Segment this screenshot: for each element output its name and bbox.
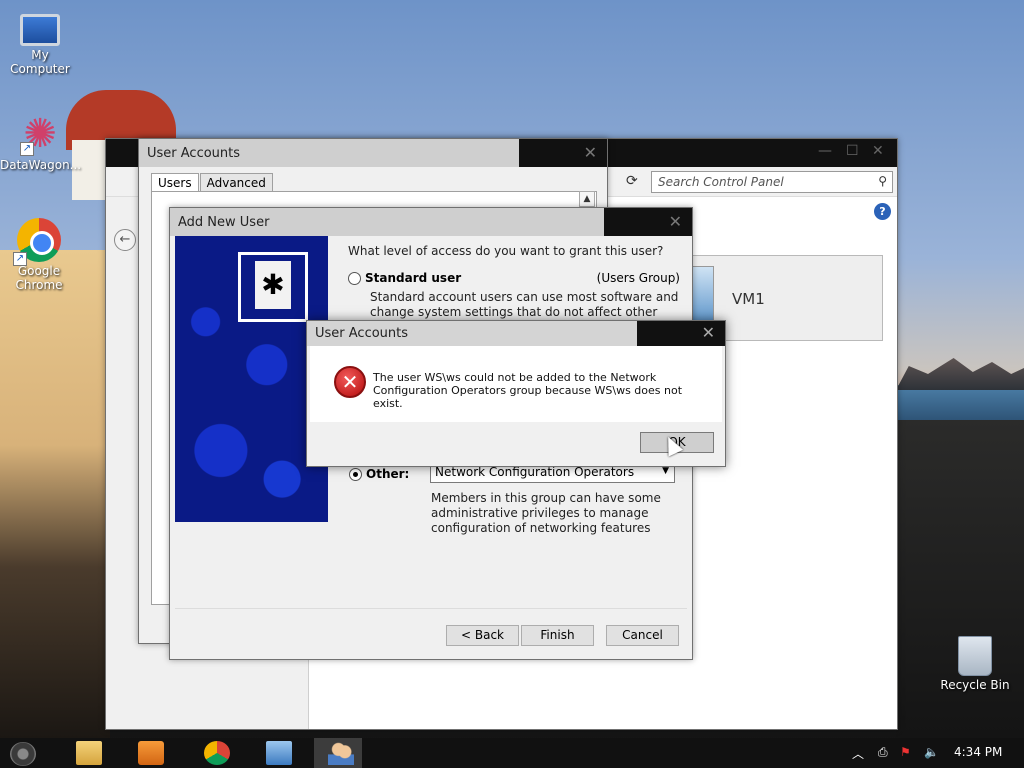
add-new-user-titlebar: Add New User ✕ [170,208,692,236]
radio-standard-user[interactable] [348,272,361,285]
close-icon[interactable]: ✕ [872,143,884,159]
taskbar-control-panel[interactable] [252,738,300,768]
window-title: User Accounts [147,145,241,161]
wallpaper-sea [896,385,1024,425]
users-icon [328,741,354,765]
clock[interactable]: 4:34 PM [954,745,1002,759]
desktop-icon-label: Google Chrome [15,264,63,292]
error-icon: ✕ [334,366,366,398]
taskbar-media-player[interactable] [124,738,172,768]
standard-user-label: Standard user [365,271,462,285]
finish-button[interactable]: Finish [521,625,594,646]
titlebar-controls: ✕ [637,321,725,346]
wallpaper-islands [896,358,1024,390]
wallpaper-cliff [0,250,110,738]
access-question: What level of access do you want to gran… [348,244,664,258]
standard-user-option[interactable]: Standard user (Users Group) [348,270,680,290]
media-player-icon [138,741,164,765]
desktop-icon-google-chrome[interactable]: ↗ Google Chrome [0,218,78,292]
desktop-icon-recycle-bin[interactable]: Recycle Bin [935,636,1015,692]
chevron-down-icon: ▼ [662,466,669,476]
close-icon[interactable]: ✕ [702,323,715,342]
minimize-icon[interactable]: — [818,143,832,159]
file-explorer-icon [76,741,102,765]
dialog-title: User Accounts [315,326,409,341]
standard-user-group: (Users Group) [596,271,680,285]
desktop-icon-my-computer[interactable]: My Computer [0,8,80,76]
back-arrow-icon[interactable]: ← [114,229,136,251]
error-body: ✕ The user WS\ws could not be added to t… [310,346,722,422]
titlebar-controls: ✕ [519,139,607,167]
tab-strip: Users Advanced [151,173,274,192]
start-button-icon[interactable] [10,742,36,766]
user-avatar-icon [692,266,714,326]
shortcut-arrow-icon: ↗ [13,252,27,266]
window-title: Add New User [178,214,270,230]
tab-users[interactable]: Users [151,173,199,192]
chrome-icon [204,741,230,765]
search-icon[interactable]: ⚲ [878,174,887,188]
maximize-icon[interactable]: ☐ [846,143,859,159]
system-tray: ︿ ⎙ ⚑ 🔈 4:34 PM [844,738,1024,768]
recycle-bin-icon [958,636,992,676]
chrome-icon: ↗ [13,218,61,266]
other-option[interactable]: Other: Network Configuration Operators ▼ [349,462,679,486]
taskbar: ︿ ⎙ ⚑ 🔈 4:34 PM [0,738,1024,768]
taskbar-user-accounts[interactable] [314,738,362,768]
tray-chevron-up-icon[interactable]: ︿ [852,745,864,762]
wizard-footer: < Back Finish Cancel [175,608,687,656]
user-accounts-titlebar: User Accounts ✕ [139,139,607,167]
group-select-value: Network Configuration Operators [435,465,635,479]
computer-icon [20,14,60,46]
other-description: Members in this group can have some admi… [431,491,661,535]
action-center-flag-icon[interactable]: ⚑ [900,745,911,759]
desktop-icon-label: DataWagon... [0,158,82,172]
radio-other[interactable] [349,468,362,481]
taskbar-chrome[interactable] [190,738,238,768]
search-placeholder: Search Control Panel [658,175,784,189]
shortcut-arrow-icon: ↗ [20,142,34,156]
search-input[interactable]: Search Control Panel ⚲ [651,171,893,193]
control-panel-icon [266,741,292,765]
tab-advanced[interactable]: Advanced [199,173,273,192]
volume-icon[interactable]: 🔈 [924,745,939,759]
desktop-icon-label: Recycle Bin [940,678,1010,692]
cancel-button[interactable]: Cancel [606,625,679,646]
key-icon [238,252,308,322]
scroll-up-icon[interactable]: ▲ [579,191,595,207]
close-icon[interactable]: ✕ [584,143,597,162]
titlebar-controls: ✕ [604,208,692,236]
error-dialog-titlebar: User Accounts ✕ [307,321,725,346]
desktop-icon-label: My Computer [10,48,70,76]
refresh-icon[interactable]: ⟳ [626,173,646,191]
help-icon[interactable]: ? [874,203,891,220]
datawagon-icon: ✺ ↗ [18,112,62,156]
other-label: Other: [366,467,410,481]
error-message: The user WS\ws could not be added to the… [373,371,683,410]
back-button[interactable]: < Back [446,625,519,646]
desktop-icon-datawagon[interactable]: ✺ ↗ DataWagon... [0,112,82,172]
network-icon[interactable]: ⎙ [878,745,888,760]
close-icon[interactable]: ✕ [669,212,682,231]
taskbar-explorer[interactable] [62,738,110,768]
account-name: VM1 [732,290,765,308]
